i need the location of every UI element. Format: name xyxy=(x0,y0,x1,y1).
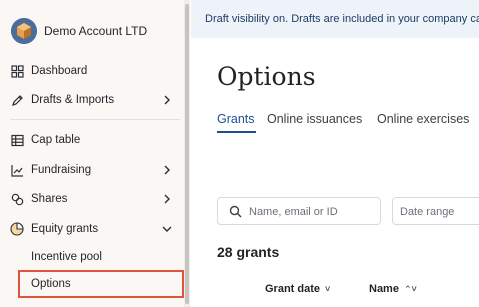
sort-down-icon: ˅ xyxy=(325,284,331,294)
grants-count: 28 grants xyxy=(217,244,280,260)
pie-icon xyxy=(10,222,24,236)
column-header-label: Name xyxy=(369,283,399,295)
selected-item-highlight xyxy=(18,270,184,298)
table-icon xyxy=(10,133,24,147)
tab-online-exercises[interactable]: Online exercises xyxy=(377,112,469,126)
date-range-placeholder: Date range xyxy=(400,206,455,218)
sidebar: Demo Account LTD Dashboard Drafts & Impo… xyxy=(0,0,190,307)
sidebar-item-drafts-imports[interactable]: Drafts & Imports xyxy=(10,89,178,111)
sidebar-item-shares[interactable]: Shares xyxy=(10,188,178,210)
sidebar-item-label: Dashboard xyxy=(31,65,88,77)
chevron-right-icon xyxy=(164,165,170,175)
account-name: Demo Account LTD xyxy=(44,24,148,38)
page-title: Options xyxy=(217,62,316,91)
sidebar-divider xyxy=(10,119,180,120)
tab-online-issuances[interactable]: Online issuances xyxy=(267,112,362,126)
sidebar-item-label: Fundraising xyxy=(31,164,92,176)
column-header-label: Grant date xyxy=(265,283,321,295)
company-logo-icon xyxy=(11,18,37,44)
chevron-right-icon xyxy=(164,194,170,204)
sidebar-item-label: Shares xyxy=(31,193,68,205)
sidebar-item-label: Equity grants xyxy=(31,223,99,235)
grid-icon xyxy=(10,64,24,78)
sidebar-item-equity-grants[interactable]: Equity grants xyxy=(10,218,178,240)
sidebar-item-label: Drafts & Imports xyxy=(31,94,115,106)
date-range-input[interactable]: Date range xyxy=(392,197,479,225)
sidebar-scrollbar-thumb[interactable] xyxy=(185,4,189,304)
sidebar-item-label: Cap table xyxy=(31,134,81,146)
sort-updown-icon: ⌃˅ xyxy=(403,283,417,294)
column-header-grant-date[interactable]: Grant date ˅ xyxy=(265,283,330,295)
account-switcher[interactable]: Demo Account LTD xyxy=(11,17,147,45)
column-header-name[interactable]: Name ⌃˅ xyxy=(369,283,417,295)
shares-icon xyxy=(10,192,24,206)
search-input[interactable]: Name, email or ID xyxy=(217,197,381,225)
sidebar-subitem-incentive-pool[interactable]: Incentive pool xyxy=(31,251,102,263)
search-placeholder: Name, email or ID xyxy=(249,206,338,218)
chart-icon xyxy=(10,163,24,177)
chevron-down-icon xyxy=(162,226,172,232)
chevron-right-icon xyxy=(164,95,170,105)
sidebar-item-cap-table[interactable]: Cap table xyxy=(10,129,178,151)
banner-text: Draft visibility on. Drafts are included… xyxy=(205,13,479,25)
tab-grants[interactable]: Grants xyxy=(217,112,255,126)
sidebar-item-dashboard[interactable]: Dashboard xyxy=(10,60,178,82)
active-tab-indicator xyxy=(217,131,256,133)
search-icon xyxy=(229,205,242,218)
sidebar-item-fundraising[interactable]: Fundraising xyxy=(10,159,178,181)
pencil-icon xyxy=(10,93,24,107)
draft-visibility-banner: Draft visibility on. Drafts are included… xyxy=(191,0,479,38)
